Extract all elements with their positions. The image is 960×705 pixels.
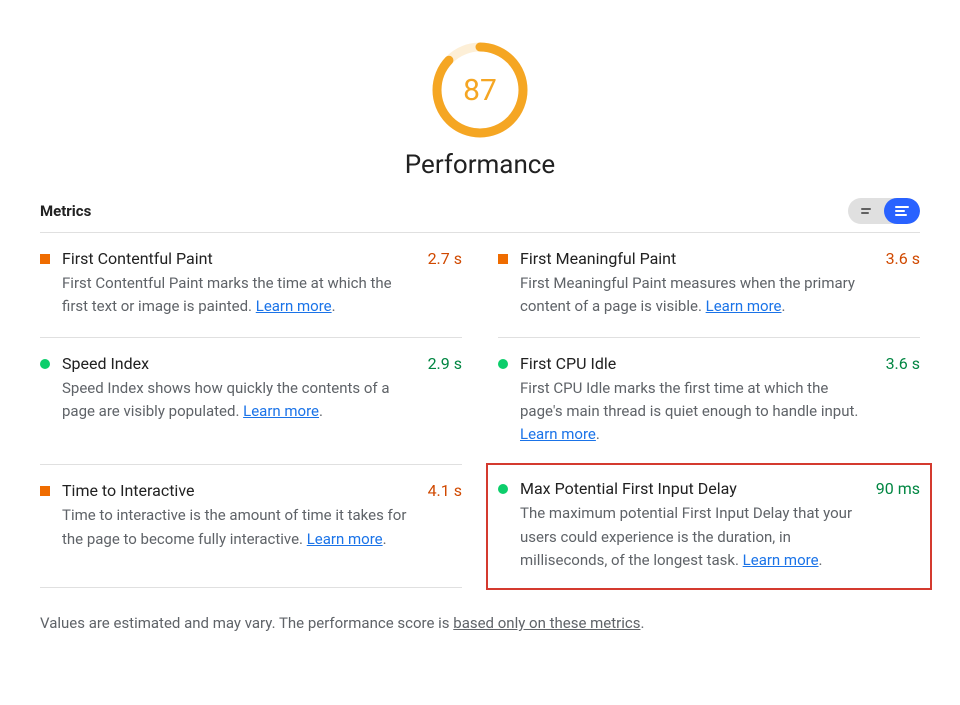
metric-row: First Meaningful Paint First Meaningful P… bbox=[498, 233, 920, 338]
metric-desc: First Contentful Paint marks the time at… bbox=[62, 272, 410, 319]
learn-more-link[interactable]: Learn more bbox=[743, 551, 819, 569]
status-good-icon bbox=[40, 359, 50, 369]
metric-value: 2.9 s bbox=[428, 354, 462, 447]
metric-value: 3.6 s bbox=[886, 249, 920, 319]
metric-value: 90 ms bbox=[876, 479, 920, 572]
learn-more-link[interactable]: Learn more bbox=[706, 297, 782, 315]
metric-row: Max Potential First Input Delay The maxim… bbox=[486, 463, 932, 590]
metric-title: Max Potential First Input Delay bbox=[520, 479, 858, 498]
metric-title: Time to Interactive bbox=[62, 481, 410, 500]
metrics-grid: First Contentful Paint First Contentful P… bbox=[40, 233, 920, 588]
metric-row: First Contentful Paint First Contentful P… bbox=[40, 233, 462, 338]
footnote-post: . bbox=[640, 614, 644, 632]
metric-body: First Meaningful Paint First Meaningful P… bbox=[520, 249, 868, 319]
status-average-icon bbox=[40, 486, 50, 496]
metric-desc: First CPU Idle marks the first time at w… bbox=[520, 377, 868, 447]
view-toggle bbox=[848, 198, 920, 224]
metric-desc: The maximum potential First Input Delay … bbox=[520, 502, 858, 572]
learn-more-link[interactable]: Learn more bbox=[520, 425, 596, 443]
metric-row: Time to Interactive Time to interactive i… bbox=[40, 465, 462, 588]
status-good-icon bbox=[498, 484, 508, 494]
metric-title: Speed Index bbox=[62, 354, 410, 373]
footnote-link[interactable]: based only on these metrics bbox=[453, 614, 640, 632]
status-good-icon bbox=[498, 359, 508, 369]
metric-value: 4.1 s bbox=[428, 481, 462, 569]
performance-gauge: 87 Performance bbox=[40, 40, 920, 180]
section-title: Performance bbox=[405, 150, 555, 180]
metric-desc: First Meaningful Paint measures when the… bbox=[520, 272, 868, 319]
metric-title: First CPU Idle bbox=[520, 354, 868, 373]
view-compact-button[interactable] bbox=[848, 198, 884, 224]
compact-lines-icon bbox=[861, 208, 871, 214]
expand-lines-icon bbox=[895, 206, 909, 216]
metric-body: First CPU Idle First CPU Idle marks the f… bbox=[520, 354, 868, 447]
metric-row: Speed Index Speed Index shows how quickly… bbox=[40, 338, 462, 466]
metrics-heading: Metrics bbox=[40, 202, 91, 220]
gauge-score: 87 bbox=[430, 40, 530, 140]
status-average-icon bbox=[498, 254, 508, 264]
view-expanded-button[interactable] bbox=[884, 198, 920, 224]
metric-body: Speed Index Speed Index shows how quickly… bbox=[62, 354, 410, 447]
footnote: Values are estimated and may vary. The p… bbox=[40, 614, 920, 632]
metric-desc: Speed Index shows how quickly the conten… bbox=[62, 377, 410, 424]
learn-more-link[interactable]: Learn more bbox=[243, 402, 319, 420]
learn-more-link[interactable]: Learn more bbox=[256, 297, 332, 315]
metric-body: Time to Interactive Time to interactive i… bbox=[62, 481, 410, 569]
metric-value: 3.6 s bbox=[886, 354, 920, 447]
footnote-pre: Values are estimated and may vary. The p… bbox=[40, 614, 453, 632]
learn-more-link[interactable]: Learn more bbox=[307, 530, 383, 548]
metric-desc: Time to interactive is the amount of tim… bbox=[62, 504, 410, 551]
metrics-header: Metrics bbox=[40, 198, 920, 233]
metric-title: First Meaningful Paint bbox=[520, 249, 868, 268]
metric-body: Max Potential First Input Delay The maxim… bbox=[520, 479, 858, 572]
status-average-icon bbox=[40, 254, 50, 264]
metric-title: First Contentful Paint bbox=[62, 249, 410, 268]
metric-body: First Contentful Paint First Contentful P… bbox=[62, 249, 410, 319]
metric-row: First CPU Idle First CPU Idle marks the f… bbox=[498, 338, 920, 466]
metric-value: 2.7 s bbox=[428, 249, 462, 319]
